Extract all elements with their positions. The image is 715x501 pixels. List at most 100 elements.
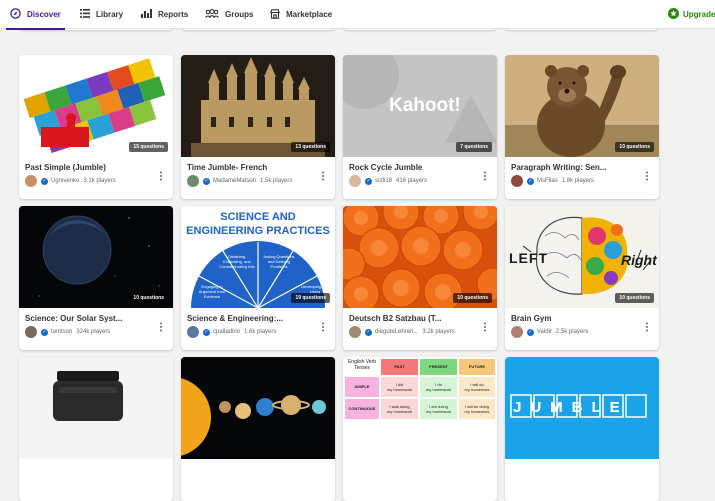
kahoot-card[interactable]: 13 questions Time Jumble- French ✓ Madam… [181,55,335,199]
verified-check-icon: ✓ [365,328,372,336]
kahoot-logo-text: Kahoot! [389,95,461,116]
nav-library[interactable]: Library [80,0,123,29]
card-title: Science & Engineering:... [187,314,284,323]
diagram-segment-label: Asking Questions and Defining Problems [263,254,295,269]
nav-reports[interactable]: Reports [141,0,188,29]
verb-cell-sub: my homework [464,409,490,414]
nav-groups-label: Groups [225,10,254,19]
question-count-badge: 10 questions [129,293,168,303]
list-icon [80,9,90,20]
kahoot-card[interactable]: LEFT Right 10 questions Brain Gym ✓ Vald… [505,206,659,350]
upgrade-label: Upgrade [683,10,715,19]
compass-icon [10,8,21,21]
question-count-badge: 15 questions [129,142,168,152]
author-name[interactable]: cpalladino [213,329,240,335]
card-meta: ✓ MsFilas 1.8k players [511,175,594,187]
verb-cell: I do my homework [420,377,457,397]
more-options-icon[interactable]: ⋮ [318,321,328,335]
top-navigation-bar: Discover Library Reports Groups Marketpl… [0,0,715,30]
verb-tense-table: English Verb Tenses PAST PRESENT FUTURE … [343,357,497,459]
verified-check-icon: ✓ [527,177,534,185]
question-count-badge: 7 questions [456,142,492,152]
nav-discover-label: Discover [27,10,61,19]
thumbnail-heading-line2: ENGINEERING PRACTICES [186,225,330,237]
card-thumbnail: 10 questions [19,206,173,308]
bar-chart-icon [141,9,152,20]
author-name[interactable]: MadameMatson [213,178,256,184]
upgrade-link[interactable]: Upgrade [668,0,715,29]
more-options-icon[interactable]: ⋮ [480,170,490,184]
nav-groups[interactable]: Groups [205,0,253,29]
question-count-badge: 13 questions [291,142,330,152]
card-title: Rock Cycle Jumble [349,163,423,172]
avatar [187,326,199,338]
kahoot-card[interactable] [19,357,173,501]
verb-cell-sub: my homework [387,409,412,414]
nav-marketplace-label: Marketplace [286,10,333,19]
verified-check-icon: ✓ [41,328,48,336]
avatar [25,326,37,338]
more-options-icon[interactable]: ⋮ [642,321,652,335]
card-thumbnail [181,357,335,459]
player-count: 2.5k players [555,329,589,335]
author-name[interactable]: scifi18 [375,178,392,184]
card-thumbnail: LEFT Right 10 questions [505,206,659,308]
player-count: 1.8k players [561,178,595,184]
more-options-icon[interactable]: ⋮ [480,321,490,335]
verb-cell-sub: my homework [426,409,451,414]
store-icon [270,8,280,21]
verb-cell-sub: my homework [426,387,451,392]
avatar [187,175,199,187]
kahoot-card[interactable]: 10 questions Science: Our Solar Syst... … [19,206,173,350]
kahoot-card[interactable]: Kahoot! 7 questions Rock Cycle Jumble ✓ … [343,55,497,199]
card-title: Paragraph Writing: Sen... [511,163,607,172]
card-thumbnail: JUMBLE [505,357,659,459]
verb-cell: I did my homework [381,377,418,397]
card-meta: ✓ cpalladino 1.6k players [187,326,276,338]
avatar [349,326,361,338]
player-count: 3.1k players [83,178,116,184]
card-thumbnail: 10 questions [505,55,659,157]
author-name[interactable]: Valdir [537,329,552,335]
question-count-badge: 10 questions [615,142,654,152]
verified-check-icon: ✓ [365,177,372,185]
card-meta: ✓ Ugnivenko 3.1k players [25,175,116,187]
verified-check-icon: ✓ [203,177,210,185]
verb-cell: I am doing my homework [420,399,457,419]
nav-marketplace[interactable]: Marketplace [270,0,332,29]
kahoot-card[interactable]: SCIENCE AND ENGINEERING PRACTICES Obtain… [181,206,335,350]
kahoot-card[interactable]: JUMBLE [505,357,659,501]
kahoot-card[interactable]: 15 questions Past Simple (Jumble) ✓ Ugni… [19,55,173,199]
card-title: Brain Gym [511,314,552,323]
more-options-icon[interactable]: ⋮ [156,321,166,335]
author-name[interactable]: Ugnivenko [51,178,79,184]
kahoot-card[interactable]: 10 questions Paragraph Writing: Sen... ✓… [505,55,659,199]
kahoot-card[interactable]: English Verb Tenses PAST PRESENT FUTURE … [343,357,497,501]
card-title: Science: Our Solar Syst... [25,314,123,323]
kahoot-card[interactable] [181,357,335,501]
kahoot-card[interactable]: 10 questions Deutsch B2 Satzbau (T... ✓ … [343,206,497,350]
nav-discover[interactable]: Discover [6,0,65,30]
author-name[interactable]: dieguteLehreri... [375,329,418,335]
more-options-icon[interactable]: ⋮ [642,170,652,184]
verb-cell-sub: my homework [464,387,490,392]
author-name[interactable]: MsFilas [537,178,558,184]
player-count: 324k players [76,329,111,335]
card-thumbnail: Kahoot! 7 questions [343,55,497,157]
diagram-segment-label: Engaging in Argument from Evidence [198,284,226,299]
card-title: Time Jumble- French [187,163,268,172]
more-options-icon[interactable]: ⋮ [318,170,328,184]
more-options-icon[interactable]: ⋮ [156,170,166,184]
verified-check-icon: ✓ [527,328,534,336]
card-title: Past Simple (Jumble) [25,163,106,172]
card-thumbnail: 10 questions [343,206,497,308]
player-count: 416 players [396,178,428,184]
card-meta: ✓ dieguteLehreri... 3.2k players [349,326,455,338]
avatar [25,175,37,187]
author-name[interactable]: tamtson [51,329,72,335]
card-meta: ✓ tamtson 324k players [25,326,110,338]
card-title: Deutsch B2 Satzbau (T... [349,314,442,323]
card-thumbnail: 15 questions [19,55,173,157]
verb-cell: I will be doing my homework [459,399,495,419]
thumbnail-heading: SCIENCE AND ENGINEERING PRACTICES [181,210,335,238]
